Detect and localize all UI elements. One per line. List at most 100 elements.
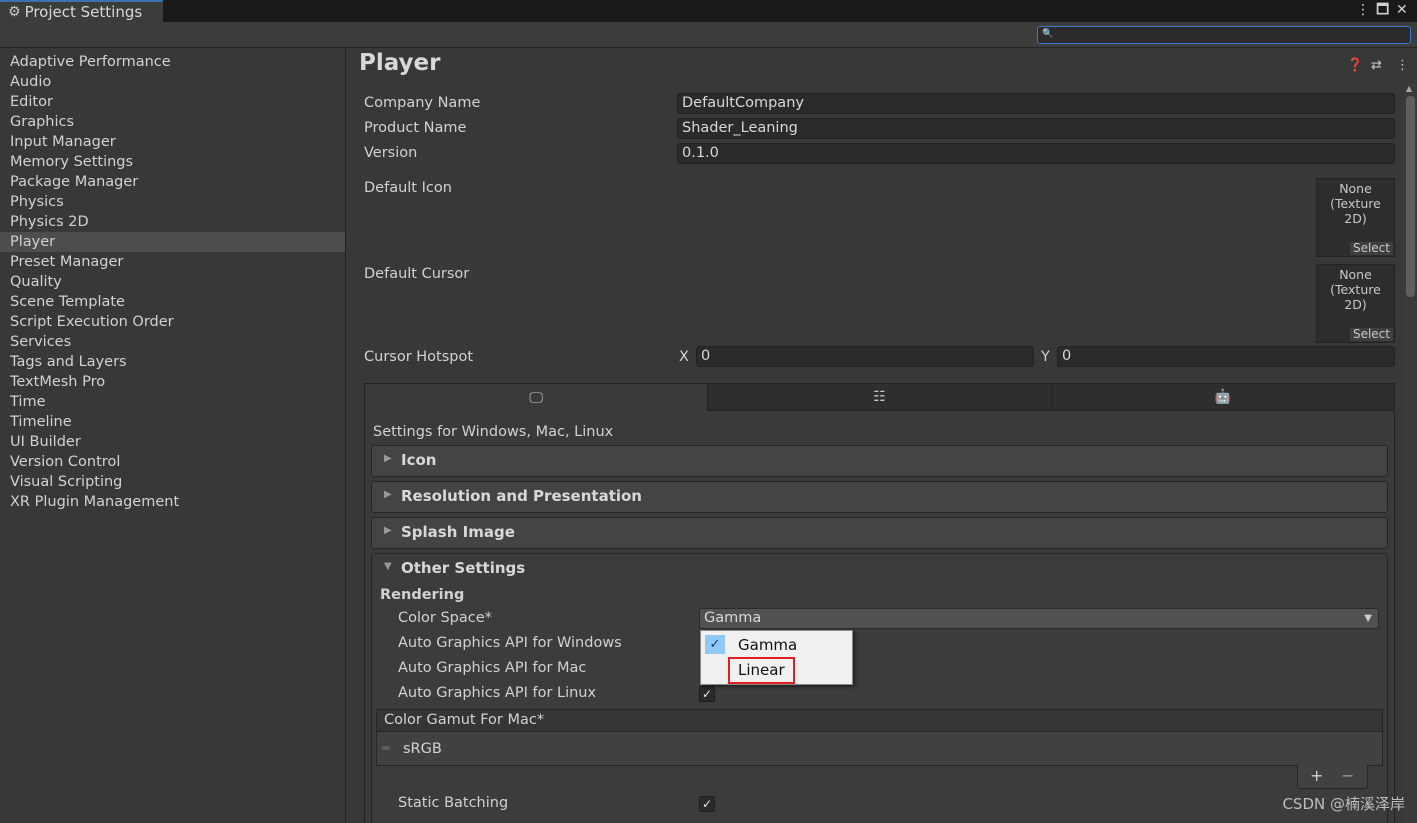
sidebar-item-adaptive-performance[interactable]: Adaptive Performance xyxy=(0,52,345,72)
settings-sidebar: Adaptive Performance Audio Editor Graphi… xyxy=(0,48,346,823)
search-icon: 🔍 xyxy=(1042,29,1054,39)
gamut-item-srgb[interactable]: sRGB xyxy=(403,741,442,757)
section-title[interactable]: Other Settings xyxy=(401,559,525,577)
version-field[interactable]: 0.1.0 xyxy=(677,143,1395,164)
sidebar-item-xr-plugin-management[interactable]: XR Plugin Management xyxy=(0,492,345,512)
add-item-button[interactable]: + xyxy=(1310,766,1323,785)
check-icon: ✓ xyxy=(705,635,725,654)
section-icon[interactable]: ▶ Icon xyxy=(371,445,1388,477)
default-icon-texture-field[interactable]: None (Texture 2D) Select xyxy=(1316,178,1395,257)
android-icon: 🤖 xyxy=(1214,389,1232,405)
dropdown-option-gamma[interactable]: ✓ Gamma xyxy=(702,633,852,657)
product-name-field[interactable]: Shader_Leaning xyxy=(677,118,1395,139)
sidebar-item-input-manager[interactable]: Input Manager xyxy=(0,132,345,152)
scroll-up-icon[interactable]: ▲ xyxy=(1406,84,1412,93)
tab-android[interactable]: 🤖 xyxy=(1051,384,1394,411)
hotspot-y-field[interactable]: 0 xyxy=(1057,346,1395,367)
sidebar-item-version-control[interactable]: Version Control xyxy=(0,452,345,472)
default-cursor-texture-field[interactable]: None (Texture 2D) Select xyxy=(1316,264,1395,343)
auto-graphics-mac-label: Auto Graphics API for Mac xyxy=(398,660,587,676)
tab-server[interactable]: ☷ xyxy=(708,384,1052,411)
sidebar-item-graphics[interactable]: Graphics xyxy=(0,112,345,132)
hotspot-x-field[interactable]: 0 xyxy=(696,346,1034,367)
sidebar-item-ui-builder[interactable]: UI Builder xyxy=(0,432,345,452)
help-icon[interactable]: ❓ xyxy=(1347,58,1363,73)
vertical-scrollbar[interactable]: ▲ xyxy=(1403,84,1417,823)
texture-type-text: (Texture 2D) xyxy=(1330,196,1381,226)
section-splash-image[interactable]: ▶ Splash Image xyxy=(371,517,1388,549)
static-batching-checkbox[interactable]: ✓ xyxy=(699,796,715,812)
texture-none-text: None xyxy=(1339,267,1372,282)
collapse-arrow-icon[interactable]: ▼ xyxy=(384,561,392,572)
sidebar-item-physics-2d[interactable]: Physics 2D xyxy=(0,212,345,232)
search-row: 🔍 xyxy=(0,22,1417,48)
sidebar-item-tags-and-layers[interactable]: Tags and Layers xyxy=(0,352,345,372)
preset-icon[interactable]: ⇄ xyxy=(1371,58,1382,73)
color-gamut-label: Color Gamut For Mac* xyxy=(384,712,545,728)
platform-tabs: 🖵 ☷ 🤖 xyxy=(365,384,1394,411)
sidebar-item-time[interactable]: Time xyxy=(0,392,345,412)
sidebar-item-preset-manager[interactable]: Preset Manager xyxy=(0,252,345,272)
rendering-heading: Rendering xyxy=(380,587,465,603)
watermark: CSDN @楠溪泽岸 xyxy=(1282,795,1405,813)
color-gamut-list: Color Gamut For Mac* ═ sRGB xyxy=(376,709,1383,766)
window-title: Project Settings xyxy=(24,3,143,21)
hotspot-x-label: X xyxy=(679,349,689,365)
expand-arrow-icon: ▶ xyxy=(384,489,392,500)
color-space-value: Gamma xyxy=(704,610,762,626)
sidebar-item-editor[interactable]: Editor xyxy=(0,92,345,112)
platform-settings-panel: 🖵 ☷ 🤖 Settings for Windows, Mac, Linux ▶… xyxy=(364,383,1395,823)
default-icon-label: Default Icon xyxy=(364,180,452,196)
sidebar-item-scene-template[interactable]: Scene Template xyxy=(0,292,345,312)
color-space-select[interactable]: Gamma ▼ xyxy=(699,608,1379,629)
color-space-label: Color Space* xyxy=(398,610,492,626)
version-label: Version xyxy=(364,145,418,161)
sidebar-item-memory-settings[interactable]: Memory Settings xyxy=(0,152,345,172)
section-resolution-and-presentation[interactable]: ▶ Resolution and Presentation xyxy=(371,481,1388,513)
sidebar-item-audio[interactable]: Audio xyxy=(0,72,345,92)
texture-none-text: None xyxy=(1339,181,1372,196)
hotspot-y-label: Y xyxy=(1041,349,1050,365)
auto-graphics-linux-label: Auto Graphics API for Linux xyxy=(398,685,597,701)
select-texture-button[interactable]: Select xyxy=(1349,242,1393,255)
select-texture-button[interactable]: Select xyxy=(1349,328,1393,341)
auto-graphics-linux-checkbox[interactable]: ✓ xyxy=(699,686,715,702)
sidebar-item-physics[interactable]: Physics xyxy=(0,192,345,212)
gear-icon: ⚙ xyxy=(8,4,21,20)
drag-handle-icon[interactable]: ═ xyxy=(382,741,389,755)
sidebar-item-textmesh-pro[interactable]: TextMesh Pro xyxy=(0,372,345,392)
sidebar-item-visual-scripting[interactable]: Visual Scripting xyxy=(0,472,345,492)
server-icon: ☷ xyxy=(873,389,886,405)
tab-standalone[interactable]: 🖵 xyxy=(365,384,709,411)
settings-for-label: Settings for Windows, Mac, Linux xyxy=(373,424,614,440)
auto-graphics-windows-label: Auto Graphics API for Windows xyxy=(398,635,622,651)
sidebar-item-script-execution-order[interactable]: Script Execution Order xyxy=(0,312,345,332)
remove-item-button[interactable]: − xyxy=(1341,766,1354,785)
texture-type-text: (Texture 2D) xyxy=(1330,282,1381,312)
more-options-icon[interactable]: ⋮ xyxy=(1356,1,1370,19)
scroll-thumb[interactable] xyxy=(1406,96,1415,297)
sidebar-item-player[interactable]: Player xyxy=(0,232,345,252)
company-name-field[interactable]: DefaultCompany xyxy=(677,93,1395,114)
default-cursor-label: Default Cursor xyxy=(364,266,470,282)
company-name-label: Company Name xyxy=(364,95,481,111)
page-title: Player xyxy=(359,50,441,76)
sidebar-item-services[interactable]: Services xyxy=(0,332,345,352)
maximize-icon[interactable]: 🗖 xyxy=(1376,1,1389,19)
chevron-down-icon: ▼ xyxy=(1364,613,1372,624)
monitor-icon: 🖵 xyxy=(529,389,543,406)
cursor-hotspot-label: Cursor Hotspot xyxy=(364,349,474,365)
search-input[interactable] xyxy=(1037,26,1411,44)
highlight-box xyxy=(728,657,795,684)
player-settings-panel: Player ❓ ⇄ ⋮ ▲ Company Name DefaultCompa… xyxy=(347,48,1417,823)
close-icon[interactable]: ✕ xyxy=(1396,1,1408,19)
product-name-label: Product Name xyxy=(364,120,467,136)
sidebar-item-package-manager[interactable]: Package Manager xyxy=(0,172,345,192)
sidebar-item-timeline[interactable]: Timeline xyxy=(0,412,345,432)
section-title: Resolution and Presentation xyxy=(401,487,642,505)
sidebar-item-quality[interactable]: Quality xyxy=(0,272,345,292)
title-bar: ⚙ Project Settings ⋮ 🗖 ✕ xyxy=(0,0,1417,22)
section-title: Splash Image xyxy=(401,523,515,541)
window-tab[interactable]: ⚙ Project Settings xyxy=(0,0,163,22)
more-options-icon[interactable]: ⋮ xyxy=(1396,58,1409,73)
